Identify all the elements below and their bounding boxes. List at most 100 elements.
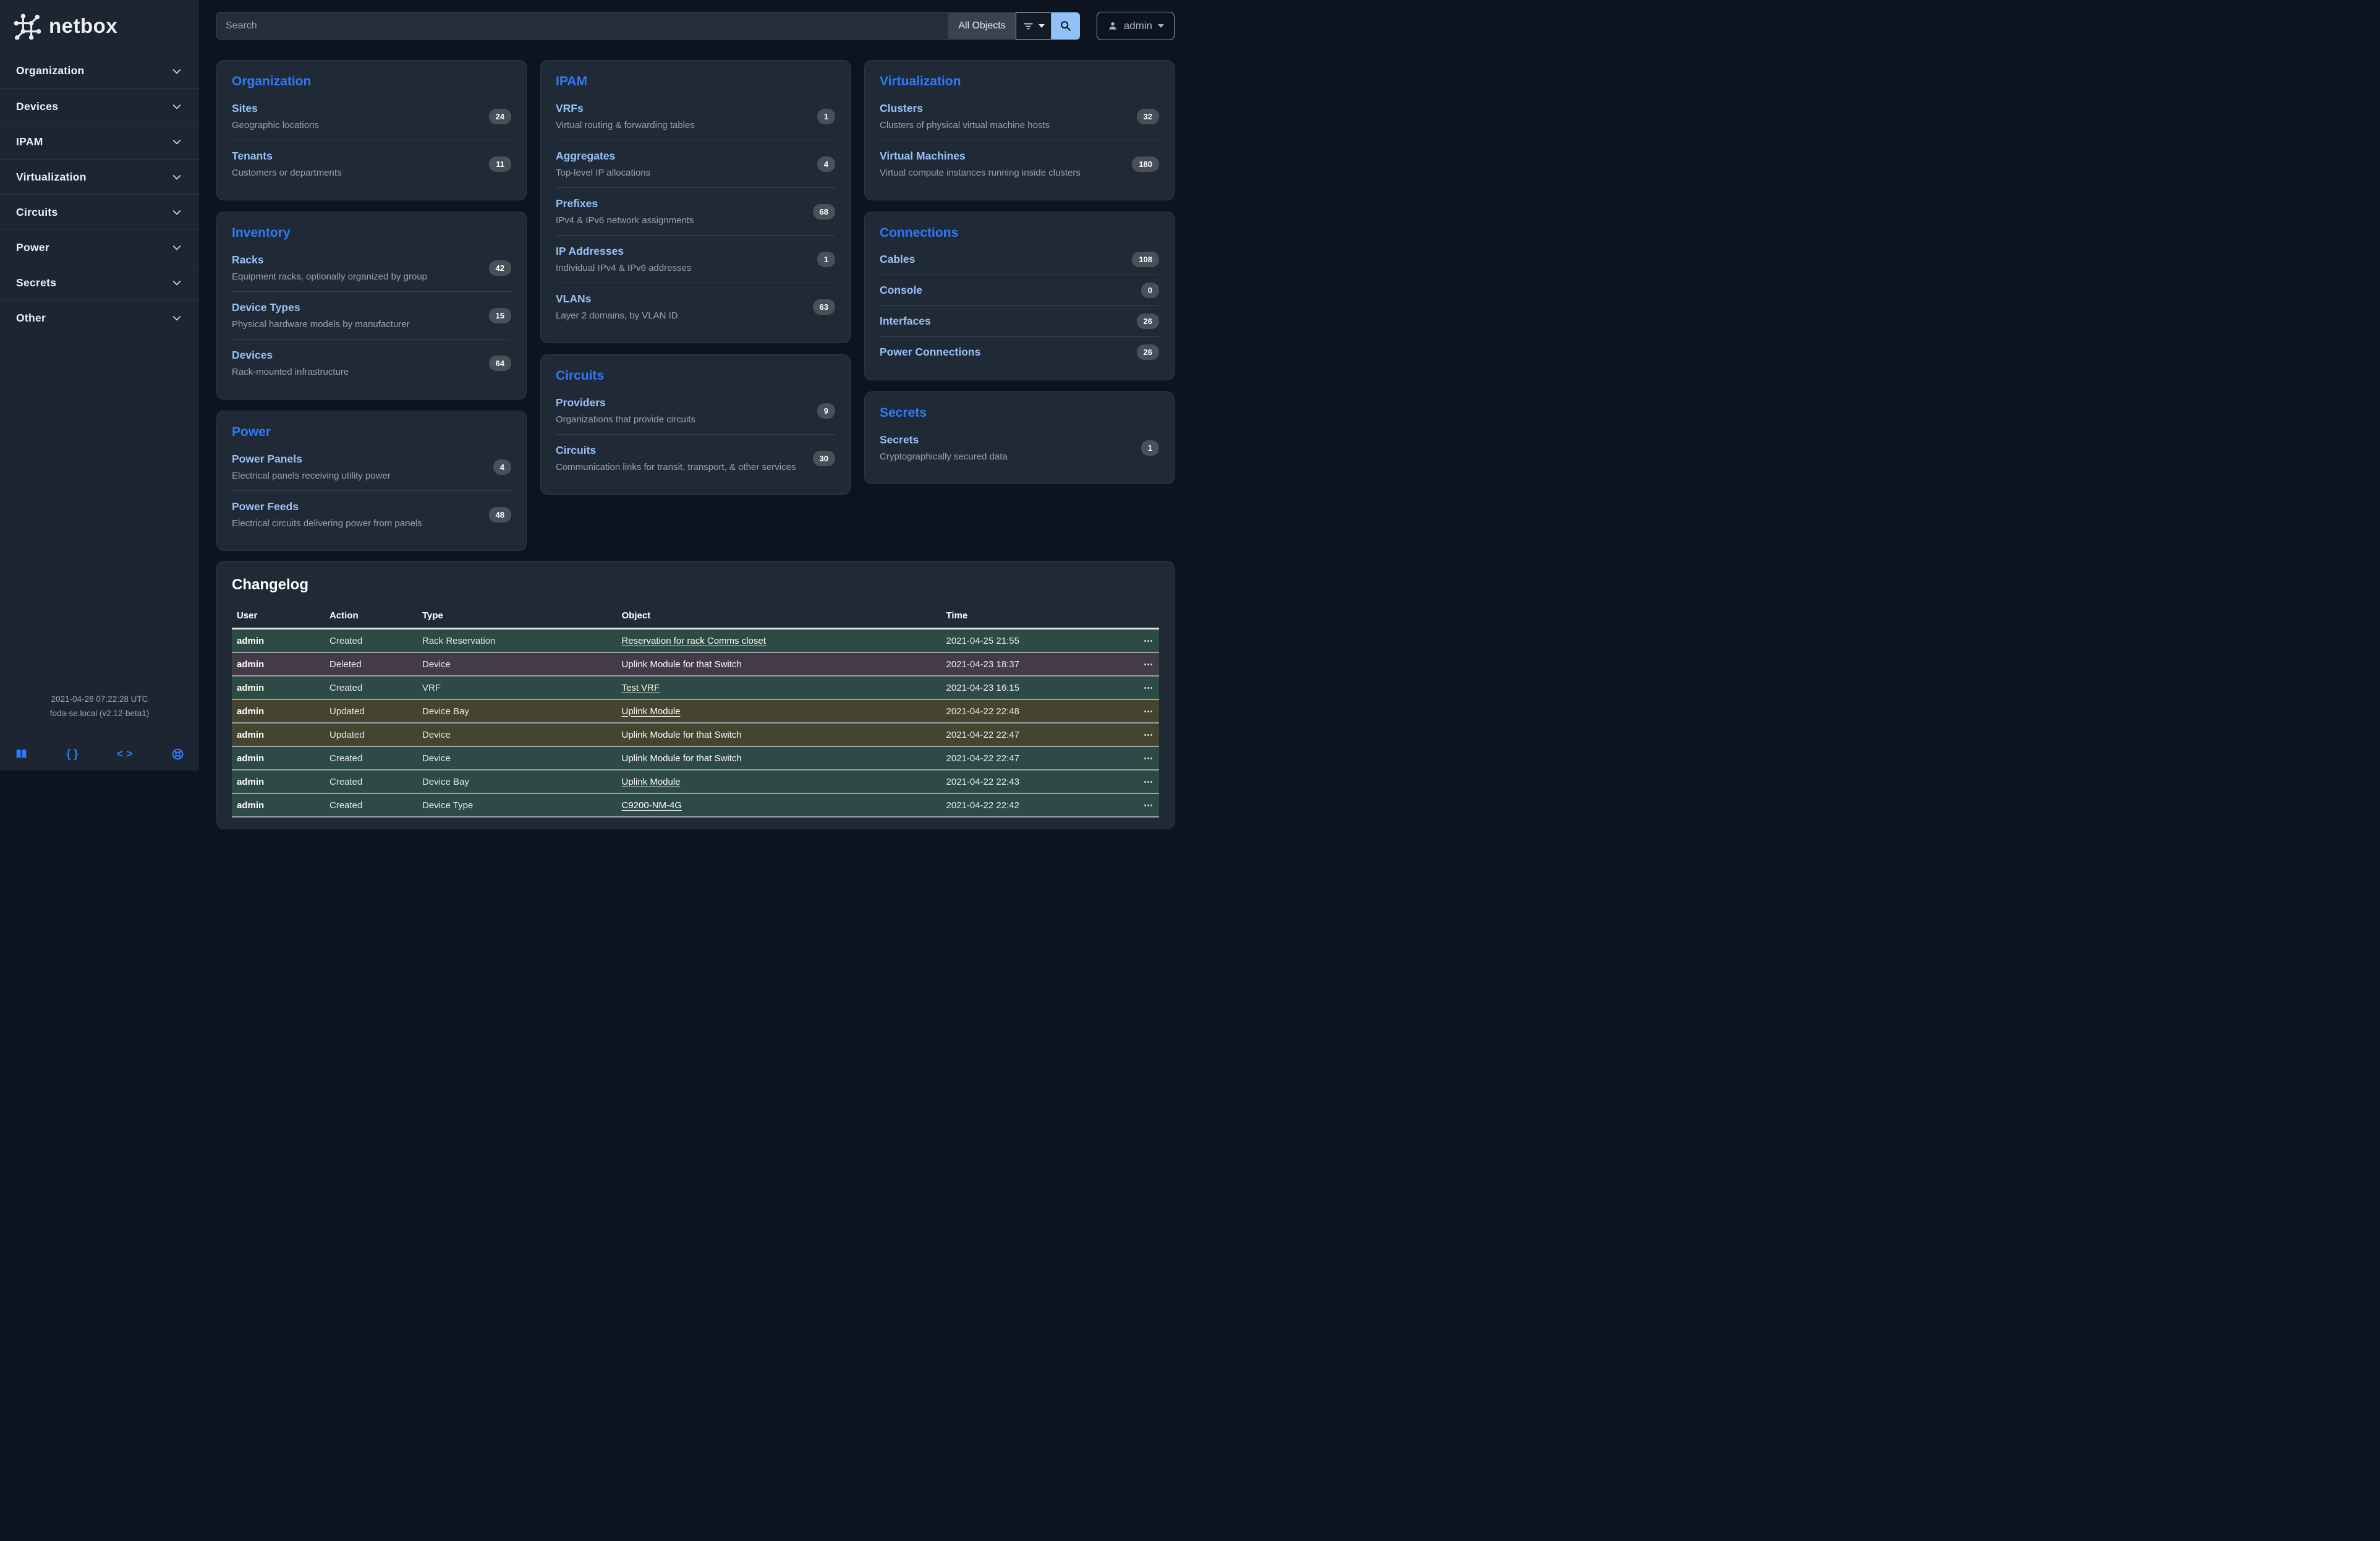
user-icon <box>1107 20 1118 32</box>
count-badge-racks[interactable]: 42 <box>489 260 511 276</box>
sidebar-item-secrets[interactable]: Secrets <box>0 265 199 300</box>
count-badge-interfaces[interactable]: 26 <box>1137 314 1159 329</box>
link-racks[interactable]: Racks <box>232 254 264 266</box>
link-tenants[interactable]: Tenants <box>232 150 273 162</box>
netbox-logo-icon <box>14 12 41 40</box>
sidebar-item-power[interactable]: Power <box>0 229 199 265</box>
link-power-feeds[interactable]: Power Feeds <box>232 500 299 513</box>
item-description: Organizations that provide circuits <box>556 414 695 425</box>
cell-row-menu: ⋯ <box>1113 723 1159 746</box>
count-badge-tenants[interactable]: 11 <box>489 156 511 172</box>
user-menu-button[interactable]: admin <box>1097 12 1175 40</box>
count-badge-circuits[interactable]: 30 <box>813 451 835 466</box>
ellipsis-icon[interactable]: ⋯ <box>1144 730 1154 740</box>
count-badge-devices[interactable]: 64 <box>489 356 511 371</box>
sidebar-item-devices[interactable]: Devices <box>0 88 199 124</box>
card-item-power-feeds: Power Feeds Electrical circuits deliveri… <box>232 490 511 538</box>
count-badge-virtual-machines[interactable]: 180 <box>1132 156 1159 172</box>
sidebar-item-ipam[interactable]: IPAM <box>0 124 199 159</box>
sidebar-item-label: IPAM <box>16 135 43 148</box>
cell-action: Created <box>325 770 417 793</box>
cell-row-menu: ⋯ <box>1113 746 1159 770</box>
count-badge-cables[interactable]: 108 <box>1132 252 1159 267</box>
braces-icon[interactable]: { } <box>66 748 78 761</box>
object-text: Uplink Module for that Switch <box>622 659 742 670</box>
link-virtual-machines[interactable]: Virtual Machines <box>880 150 966 162</box>
ellipsis-icon[interactable]: ⋯ <box>1144 636 1154 646</box>
ellipsis-icon[interactable]: ⋯ <box>1144 753 1154 764</box>
item-description: Top-level IP allocations <box>556 168 650 178</box>
count-badge-power-feeds[interactable]: 48 <box>489 507 511 523</box>
link-clusters[interactable]: Clusters <box>880 102 923 114</box>
ellipsis-icon[interactable]: ⋯ <box>1144 659 1154 670</box>
ellipsis-icon[interactable]: ⋯ <box>1144 777 1154 787</box>
count-badge-providers[interactable]: 9 <box>817 403 835 419</box>
cell-type: Device <box>417 723 617 746</box>
book-icon[interactable] <box>15 748 28 761</box>
cell-object: Uplink Module <box>617 770 941 793</box>
sidebar-item-circuits[interactable]: Circuits <box>0 194 199 229</box>
link-prefixes[interactable]: Prefixes <box>556 197 598 210</box>
lifebuoy-icon[interactable] <box>171 748 184 761</box>
filter-dropdown-button[interactable] <box>1016 12 1052 40</box>
card-items: Clusters Clusters of physical virtual ma… <box>880 93 1159 187</box>
card-title: Virtualization <box>880 74 1159 89</box>
link-device-types[interactable]: Device Types <box>232 301 300 314</box>
search-button[interactable] <box>1052 12 1080 40</box>
link-devices[interactable]: Devices <box>232 349 273 361</box>
object-link[interactable]: C9200-NM-4G <box>622 800 682 811</box>
object-link[interactable]: Reservation for rack Comms closet <box>622 636 766 646</box>
link-providers[interactable]: Providers <box>556 396 606 409</box>
code-icon[interactable]: < > <box>117 748 133 761</box>
ellipsis-icon[interactable]: ⋯ <box>1144 683 1154 693</box>
item-description: Layer 2 domains, by VLAN ID <box>556 310 678 321</box>
main-content: All Objects admin Organization Sites Geo… <box>199 0 1190 770</box>
link-power-panels[interactable]: Power Panels <box>232 453 302 465</box>
count-badge-vlans[interactable]: 63 <box>813 299 835 315</box>
card-organization: Organization Sites Geographic locations … <box>216 60 527 200</box>
link-vrfs[interactable]: VRFs <box>556 102 584 114</box>
link-interfaces[interactable]: Interfaces <box>880 315 931 327</box>
link-ip-addresses[interactable]: IP Addresses <box>556 245 624 257</box>
card-items: VRFs Virtual routing & forwarding tables… <box>556 93 835 330</box>
object-text: Uplink Module for that Switch <box>622 730 742 740</box>
link-cables[interactable]: Cables <box>880 253 915 265</box>
search-scope-label: All Objects <box>948 12 1015 40</box>
count-badge-vrfs[interactable]: 1 <box>817 109 835 124</box>
card-title: Secrets <box>880 406 1159 420</box>
card-item-aggregates: Aggregates Top-level IP allocations 4 <box>556 140 835 187</box>
count-badge-device-types[interactable]: 15 <box>489 308 511 323</box>
link-vlans[interactable]: VLANs <box>556 292 591 305</box>
count-badge-sites[interactable]: 24 <box>489 109 511 124</box>
count-badge-console[interactable]: 0 <box>1141 283 1159 298</box>
link-aggregates[interactable]: Aggregates <box>556 150 615 162</box>
link-secrets[interactable]: Secrets <box>880 433 919 446</box>
ellipsis-icon[interactable]: ⋯ <box>1144 800 1154 811</box>
footer-timestamp: 2021-04-26 07:22:28 UTC <box>0 693 199 706</box>
sidebar-item-organization[interactable]: Organization <box>0 53 199 88</box>
link-console[interactable]: Console <box>880 284 922 296</box>
count-badge-power-connections[interactable]: 26 <box>1137 344 1159 360</box>
object-link[interactable]: Uplink Module <box>622 777 681 787</box>
chevron-down-icon <box>171 206 183 218</box>
count-badge-clusters[interactable]: 32 <box>1137 109 1159 124</box>
count-badge-secrets[interactable]: 1 <box>1141 440 1159 456</box>
count-badge-power-panels[interactable]: 4 <box>493 459 511 475</box>
search-input[interactable] <box>216 12 948 40</box>
link-circuits[interactable]: Circuits <box>556 444 596 456</box>
changelog-row: admin Created Device Uplink Module for t… <box>232 746 1159 770</box>
count-badge-ip-addresses[interactable]: 1 <box>817 252 835 267</box>
card-item-prefixes: Prefixes IPv4 & IPv6 network assignments… <box>556 187 835 235</box>
cell-object: Uplink Module for that Switch <box>617 746 941 770</box>
item-description: Communication links for transit, transpo… <box>556 462 796 472</box>
sidebar-item-virtualization[interactable]: Virtualization <box>0 159 199 194</box>
count-badge-prefixes[interactable]: 68 <box>813 204 835 220</box>
link-sites[interactable]: Sites <box>232 102 258 114</box>
ellipsis-icon[interactable]: ⋯ <box>1144 706 1154 717</box>
link-power-connections[interactable]: Power Connections <box>880 346 980 358</box>
netbox-logo[interactable]: netbox <box>0 0 199 53</box>
object-link[interactable]: Test VRF <box>622 683 660 693</box>
sidebar-item-other[interactable]: Other <box>0 300 199 335</box>
count-badge-aggregates[interactable]: 4 <box>817 156 835 172</box>
object-link[interactable]: Uplink Module <box>622 706 681 717</box>
